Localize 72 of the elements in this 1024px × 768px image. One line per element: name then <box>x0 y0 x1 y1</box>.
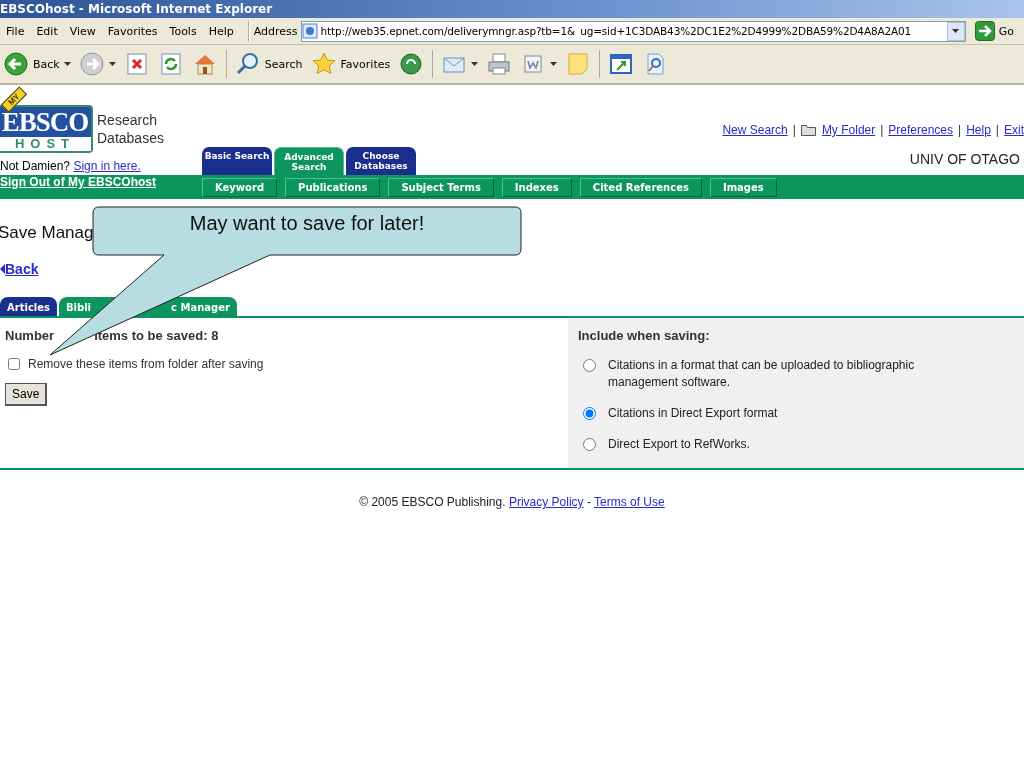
institution-name: UNIV OF OTAGO <box>909 151 1021 167</box>
nav-tab[interactable]: Images <box>709 177 777 197</box>
search-tab[interactable]: Advanced Search <box>274 147 344 175</box>
separator: | <box>995 123 999 137</box>
address-field[interactable]: http://web35.epnet.com/deliverymngr.asp?tb=1&_ug=sid+1C3DAB43%2DC1E2%2D4999%2DBA59%2D4A8A2A01 <box>300 20 966 42</box>
media-icon <box>398 51 425 77</box>
option-label: Citations in a format that can be uploaded to bibliographic management software. <box>608 357 916 391</box>
go-button[interactable]: Go <box>968 21 1024 41</box>
logo-text: Research <box>97 111 158 129</box>
arrow-icon <box>974 21 995 41</box>
toolbar-button[interactable]: Search <box>231 48 306 80</box>
header-link[interactable]: My Folder <box>821 123 876 137</box>
radio-button[interactable] <box>583 407 596 420</box>
header-link[interactable]: Help <box>966 123 991 137</box>
back-link[interactable]: Back <box>5 261 39 277</box>
logo-text: Databases <box>97 129 164 147</box>
content-tab[interactable]: Articles <box>0 297 57 316</box>
search-tab[interactable]: Basic Search <box>202 147 272 175</box>
page-icon <box>301 23 318 39</box>
radio-button[interactable] <box>583 359 596 372</box>
search-tab[interactable]: Choose Databases <box>346 147 416 175</box>
dropdown-caret-icon <box>952 29 960 33</box>
footer-link[interactable]: Privacy Policy <box>508 495 584 509</box>
sign-out-link[interactable]: Sign Out of My EBSCOhost <box>0 175 202 189</box>
user-prompt: Not Damien? <box>0 159 71 173</box>
header-link[interactable]: New Search <box>722 123 788 137</box>
menu-item[interactable]: Edit <box>30 24 64 38</box>
checkbox-label: Remove these items from folder after saving <box>28 357 264 371</box>
separator: | <box>958 123 962 137</box>
copyright-text: © 2005 EBSCO Publishing. <box>359 495 506 509</box>
dropdown-caret-icon <box>63 62 71 66</box>
option-label: Direct Export to RefWorks. <box>608 436 750 453</box>
window-icon <box>608 51 635 77</box>
separator: | <box>792 123 796 137</box>
radio-button[interactable] <box>583 438 596 451</box>
callout-text: May want to save for later! <box>188 212 426 235</box>
header-link[interactable]: Preferences <box>888 123 954 137</box>
nav-tab[interactable]: Subject Terms <box>388 177 494 197</box>
back-triangle-icon <box>0 264 5 274</box>
count-text: Number <box>5 328 55 343</box>
count-text: items to be saved: 8 <box>94 328 219 343</box>
menu-item[interactable]: View <box>63 24 102 38</box>
checkbox[interactable] <box>8 358 20 370</box>
dropdown-caret-icon <box>108 62 116 66</box>
menu-item[interactable]: Favorites <box>101 24 164 38</box>
menu-item[interactable]: Tools <box>163 24 203 38</box>
sign-in-link[interactable]: Sign in here. <box>73 159 141 173</box>
toolbar-button[interactable]: Back <box>0 48 74 80</box>
window-title: EBSCOhost - Microsoft Internet Explorer <box>0 0 1024 18</box>
search-icon <box>234 51 261 77</box>
toolbar-label: Search <box>264 57 303 71</box>
nav-tab[interactable]: Publications <box>285 177 381 197</box>
star-icon <box>310 51 337 77</box>
nav-tab[interactable]: Cited References <box>579 177 702 197</box>
nav-tab[interactable]: Keyword <box>202 177 278 197</box>
separator: - <box>586 495 591 509</box>
toolbar-label: Favorites <box>340 57 391 71</box>
save-button[interactable]: Save <box>5 383 48 406</box>
address-label: Address <box>253 24 298 38</box>
nav-tab[interactable]: Indexes <box>501 177 572 197</box>
toolbar-button[interactable]: Favorites <box>307 48 394 80</box>
menu-item[interactable]: Help <box>202 24 240 38</box>
footer-link[interactable]: Terms of Use <box>594 495 665 509</box>
header-link[interactable]: Exit <box>1004 123 1024 137</box>
option-label: Citations in Direct Export format <box>608 405 778 422</box>
dropdown-caret-icon <box>471 62 479 66</box>
options-heading: Include when saving: <box>578 328 711 343</box>
menu-item[interactable]: File <box>0 24 31 38</box>
separator: | <box>880 123 884 137</box>
printer-icon <box>486 51 513 77</box>
dropdown-caret-icon <box>550 62 558 66</box>
toolbar-label: Back <box>33 57 60 71</box>
